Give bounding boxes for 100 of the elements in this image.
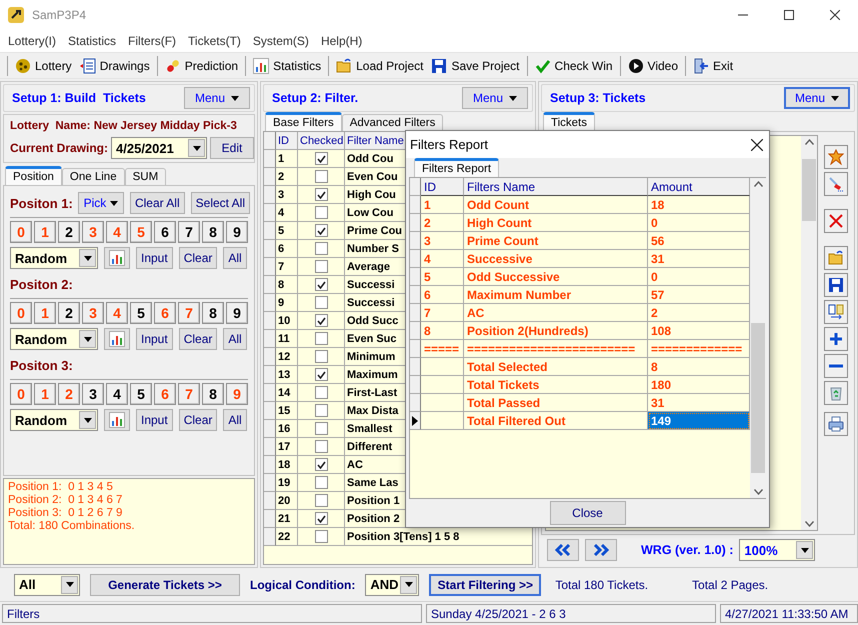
mode-dropdown[interactable]: Random bbox=[10, 409, 98, 431]
position-button[interactable]: All bbox=[223, 247, 247, 269]
digit-button[interactable]: 9 bbox=[226, 302, 248, 324]
tab[interactable]: Advanced Filters bbox=[342, 114, 444, 131]
digit-button[interactable]: 5 bbox=[130, 302, 152, 324]
filter-name-cell: Total Passed bbox=[464, 394, 648, 412]
toolbar-button[interactable]: Exit bbox=[689, 54, 738, 78]
tab[interactable]: Base Filters bbox=[265, 112, 342, 131]
digit-button[interactable]: 3 bbox=[82, 383, 104, 405]
id-cell: 3 bbox=[276, 186, 298, 204]
summary-line: Total: 180 Combinations. bbox=[8, 520, 136, 533]
filter-name-cell: Total Filtered Out bbox=[464, 412, 648, 430]
status-text: Sunday 4/25/2021 - 2 6 3 bbox=[426, 604, 716, 623]
digit-button[interactable]: 6 bbox=[154, 221, 176, 243]
mode-dropdown[interactable]: Random bbox=[10, 328, 98, 350]
tickets-total: Total 180 Tickets. bbox=[555, 578, 648, 592]
start-filtering-button[interactable]: Start Filtering >> bbox=[429, 574, 542, 596]
menu-item[interactable]: Filters(F) bbox=[122, 34, 182, 48]
filter-name-cell: AC bbox=[464, 304, 648, 322]
panel-title: Setup 3: Tickets bbox=[550, 91, 646, 105]
toolbar-button[interactable]: Load Project bbox=[332, 54, 428, 78]
id-cell: 12 bbox=[276, 348, 298, 366]
generate-tickets-button[interactable]: Generate Tickets >> bbox=[90, 574, 240, 596]
id-cell: ===== bbox=[421, 340, 464, 358]
condition-dropdown[interactable]: AND bbox=[365, 574, 420, 596]
tab[interactable]: One Line bbox=[62, 168, 125, 185]
id-cell: 7 bbox=[421, 304, 464, 322]
id-cell: 13 bbox=[276, 366, 298, 384]
menu-button[interactable]: Menu bbox=[462, 87, 528, 109]
tab[interactable]: Position bbox=[5, 166, 62, 185]
column-header[interactable]: ID bbox=[276, 132, 298, 150]
position-button[interactable]: Input bbox=[136, 409, 173, 431]
position-button[interactable]: Clear bbox=[178, 328, 218, 350]
digit-button[interactable]: 5 bbox=[130, 383, 152, 405]
digit-button[interactable]: 8 bbox=[202, 221, 224, 243]
id-cell: 3 bbox=[421, 232, 464, 250]
summary-line: Position 1: 0 1 3 4 5 bbox=[8, 481, 114, 494]
position-button[interactable]: All bbox=[223, 328, 247, 350]
menu-item[interactable]: Tickets(T) bbox=[182, 34, 247, 48]
digit-button[interactable]: 8 bbox=[202, 302, 224, 324]
toolbar-button[interactable]: Save Project bbox=[427, 54, 524, 78]
position-button[interactable]: All bbox=[223, 409, 247, 431]
scope-dropdown[interactable]: All bbox=[14, 574, 80, 596]
condition-label: Logical Condition: bbox=[250, 578, 356, 592]
mode-dropdown[interactable]: Random bbox=[10, 247, 98, 269]
id-cell: 1 bbox=[421, 196, 464, 214]
tab[interactable]: SUM bbox=[124, 168, 166, 185]
column-header[interactable]: Amount bbox=[648, 178, 750, 196]
pick-dropdown[interactable]: Pick bbox=[78, 192, 124, 214]
menu-button[interactable]: Menu bbox=[184, 87, 250, 109]
menu-item[interactable]: Lottery(I) bbox=[2, 34, 62, 48]
edit-button[interactable]: Edit bbox=[210, 137, 254, 159]
tab[interactable]: Filters Report bbox=[414, 158, 500, 177]
filter-name-cell: Odd Count bbox=[464, 196, 648, 214]
date-dropdown[interactable]: 4/25/2021 bbox=[111, 137, 208, 159]
digit-button[interactable]: 9 bbox=[226, 221, 248, 243]
id-cell: 2 bbox=[276, 168, 298, 186]
id-cell: 6 bbox=[421, 286, 464, 304]
digit-button[interactable]: 2 bbox=[58, 221, 80, 243]
filter-name-cell: ======================== bbox=[464, 340, 648, 358]
position-button[interactable]: Clear bbox=[178, 247, 218, 269]
action-button[interactable]: Select All bbox=[190, 192, 250, 214]
position-button[interactable]: Clear bbox=[178, 409, 218, 431]
tab[interactable]: Tickets bbox=[543, 112, 595, 131]
filter-name-cell: Prime Count bbox=[464, 232, 648, 250]
menu-item[interactable]: System(S) bbox=[246, 34, 315, 48]
id-cell: 15 bbox=[276, 402, 298, 420]
column-header[interactable]: Filters Name bbox=[464, 178, 648, 196]
id-cell: 6 bbox=[276, 240, 298, 258]
menu-button[interactable]: Menu bbox=[784, 87, 850, 109]
toolbar-button[interactable]: Video bbox=[624, 54, 682, 78]
status-text: Filters bbox=[2, 604, 422, 623]
lottery-name: Lottery Name: New Jersey Midday Pick-3 bbox=[10, 120, 238, 132]
menu-item[interactable]: Statistics bbox=[62, 34, 122, 48]
toolbar-button[interactable]: Drawings bbox=[76, 54, 154, 78]
id-cell: 4 bbox=[276, 204, 298, 222]
digit-button[interactable]: 2 bbox=[58, 302, 80, 324]
zoom-dropdown[interactable]: 100% bbox=[739, 539, 816, 561]
id-cell: 11 bbox=[276, 330, 298, 348]
close-button[interactable]: Close bbox=[550, 501, 626, 525]
id-cell: 16 bbox=[276, 420, 298, 438]
toolbar-button[interactable]: Lottery bbox=[11, 54, 76, 78]
toolbar-button[interactable]: Prediction bbox=[160, 54, 242, 78]
drawing-label: Current Drawing: bbox=[10, 141, 108, 155]
digit-button[interactable]: 8 bbox=[202, 383, 224, 405]
digit-button[interactable]: 4 bbox=[106, 383, 128, 405]
toolbar-button[interactable]: Check Win bbox=[530, 54, 617, 78]
column-header[interactable]: ID bbox=[421, 178, 464, 196]
id-cell: 2 bbox=[421, 214, 464, 232]
digit-button[interactable]: 7 bbox=[178, 221, 200, 243]
id-cell: 8 bbox=[276, 276, 298, 294]
id-cell: 10 bbox=[276, 312, 298, 330]
toolbar-button[interactable]: Statistics bbox=[249, 54, 326, 78]
menu-item[interactable]: Help(H) bbox=[314, 34, 368, 48]
position-label: Positon 1: bbox=[10, 196, 73, 210]
position-button[interactable]: Input bbox=[136, 328, 173, 350]
action-button[interactable]: Clear All bbox=[130, 192, 185, 214]
id-cell: 5 bbox=[421, 268, 464, 286]
position-button[interactable]: Input bbox=[136, 247, 173, 269]
column-header[interactable]: Checked bbox=[298, 132, 345, 150]
